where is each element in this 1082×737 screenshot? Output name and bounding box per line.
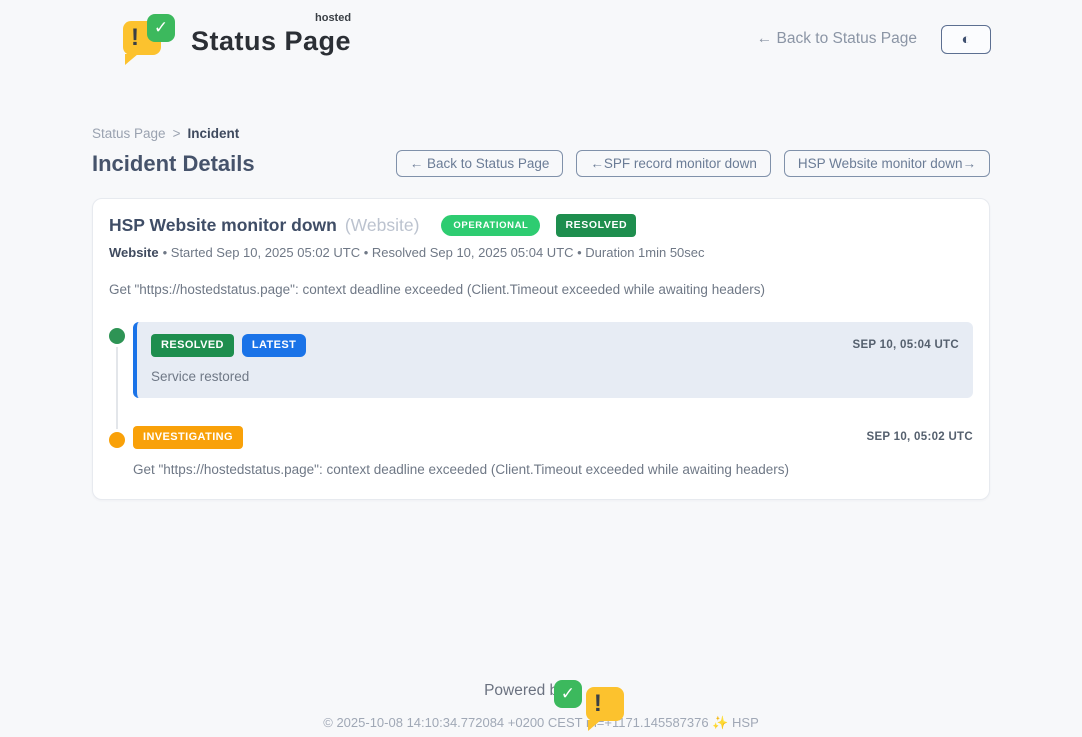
resolved-badge: RESOLVED [151,334,234,357]
breadcrumb: Status Page > Incident [92,126,990,141]
header-back-to-status-link[interactable]: ← Back to Status Page [757,30,917,48]
timeline-dot-investigating [109,432,125,448]
app-header: ! ✓ Status Page hosted ← Back to Status … [91,0,991,64]
breadcrumb-status-page-link[interactable]: Status Page [92,126,166,141]
timeline-entry-head: RESOLVED LATEST SEP 10, 05:04 UTC [151,334,959,357]
operational-status-badge: OPERATIONAL [441,215,540,237]
incident-meta: Website • Started Sep 10, 2025 05:02 UTC … [109,245,973,260]
back-to-status-page-button[interactable]: ← Back to Status Page [396,150,564,177]
timeline-entry-head: INVESTIGATING SEP 10, 05:02 UTC [133,426,973,449]
copyright-text: © 2025-10-08 14:10:34.772084 +0200 CEST … [92,715,990,731]
check-icon: ✓ [147,14,175,42]
main-container: Status Page > Incident Incident Details ← … [92,126,990,731]
header-right: ← Back to Status Page ◐ [757,25,991,54]
logo-text: Status Page [191,26,351,56]
timeline-timestamp: SEP 10, 05:04 UTC [852,339,959,351]
breadcrumb-separator: > [173,126,181,141]
incident-meta-text: • Started Sep 10, 2025 05:02 UTC • Resol… [163,245,705,260]
footer-logo[interactable]: ! ✓ [574,680,598,702]
timeline-entry-content: INVESTIGATING SEP 10, 05:02 UTC Get "htt… [133,426,973,477]
timeline-entry: INVESTIGATING SEP 10, 05:02 UTC Get "htt… [109,426,973,477]
half-circle-icon: ◐ [961,31,970,48]
check-icon: ✓ [554,680,582,708]
timeline-entry: RESOLVED LATEST SEP 10, 05:04 UTC Servic… [109,322,973,398]
logo-text-wrap: Status Page hosted [191,14,351,57]
timeline-entry-box: RESOLVED LATEST SEP 10, 05:04 UTC Servic… [133,322,973,398]
page-title: Incident Details [92,151,255,177]
incident-nav-buttons: ← Back to Status Page ←SPF record monito… [396,150,990,177]
investigating-badge: INVESTIGATING [133,426,243,449]
incident-component: Website [109,245,159,260]
next-incident-button[interactable]: HSP Website monitor down→ [784,150,990,177]
incident-title-row: HSP Website monitor down (Website) OPERA… [109,214,973,237]
heading-row: Incident Details ← Back to Status Page ←… [92,150,990,177]
resolved-state-badge: RESOLVED [556,214,636,237]
timeline-badges: RESOLVED LATEST [151,334,306,357]
latest-badge: LATEST [242,334,306,357]
page-footer: Powered by ! ✓ © 2025-10-08 14:10:34.772… [92,680,990,731]
timeline-dot-resolved [109,328,125,344]
status-page-logo-icon: ! ✓ [123,14,179,64]
speech-bubble-icon: ! [586,687,624,721]
timeline-message: Get "https://hostedstatus.page": context… [133,462,973,477]
incident-timeline: RESOLVED LATEST SEP 10, 05:04 UTC Servic… [109,322,973,477]
theme-toggle-button[interactable]: ◐ [941,25,991,54]
incident-card: HSP Website monitor down (Website) OPERA… [92,198,990,500]
exclamation-icon: ! [123,26,139,50]
timeline-badges: INVESTIGATING [133,426,243,449]
prev-incident-button[interactable]: ←SPF record monitor down [576,150,771,177]
incident-title: HSP Website monitor down [109,215,337,236]
incident-description: Get "https://hostedstatus.page": context… [109,282,973,297]
breadcrumb-current: Incident [187,126,239,141]
timeline-message: Service restored [151,369,959,384]
powered-by-row: Powered by ! ✓ [92,680,990,702]
timeline-timestamp: SEP 10, 05:02 UTC [866,431,973,443]
incident-subtitle: (Website) [345,215,420,236]
logo-superscript: hosted [315,12,351,24]
app-logo[interactable]: ! ✓ Status Page hosted [91,14,351,64]
exclamation-icon: ! [586,692,602,716]
